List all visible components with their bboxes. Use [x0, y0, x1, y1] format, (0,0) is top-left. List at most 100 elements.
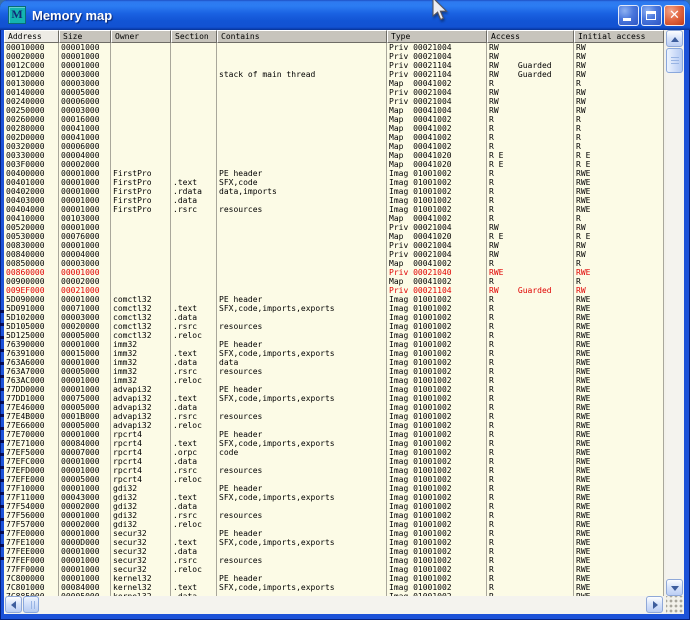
table-row[interactable]: 5D12500000005000comctl32.relocImag 01001…: [4, 331, 664, 340]
cell-initial_access: RWE: [574, 484, 664, 493]
table-row[interactable]: 5D10200000003000comctl32.dataImag 010010…: [4, 313, 664, 322]
table-row[interactable]: 5D09000000001000comctl32PE headerImag 01…: [4, 295, 664, 304]
table-row[interactable]: 0012C00000001000Priv 00021104RW GuardedR…: [4, 61, 664, 70]
table-row[interactable]: 0013000000003000Map 00041002RR: [4, 79, 664, 88]
table-row[interactable]: 5D09100000071000comctl32.textSFX,code,im…: [4, 304, 664, 313]
column-header-initial-access[interactable]: Initial access: [574, 30, 664, 43]
table-row[interactable]: 77E4600000005000advapi32.dataImag 010010…: [4, 403, 664, 412]
table-row[interactable]: 77FEF00000001000secur32.rsrcresourcesIma…: [4, 556, 664, 565]
close-button[interactable]: ✕: [664, 5, 685, 26]
table-row[interactable]: 0040100000001000FirstPro.textSFX,codeIma…: [4, 178, 664, 187]
table-row[interactable]: 0033000000004000Map 00041020R ER E: [4, 151, 664, 160]
cell-initial_access: RW: [574, 88, 664, 97]
table-row[interactable]: 77F5700000002000gdi32.relocImag 01001002…: [4, 520, 664, 529]
vertical-scroll-thumb[interactable]: [666, 48, 683, 73]
horizontal-scroll-thumb[interactable]: [23, 596, 39, 613]
table-row[interactable]: 0086000000001000Priv 00021040RWERWE: [4, 268, 664, 277]
column-header-type[interactable]: Type: [387, 30, 487, 43]
table-row[interactable]: 0002000000001000Priv 00021004RWRW: [4, 52, 664, 61]
scroll-left-button[interactable]: [5, 596, 22, 613]
cell-address: 77EFC000: [4, 457, 59, 466]
table-row[interactable]: 0083000000001000Priv 00021004RWRW: [4, 241, 664, 250]
table-row[interactable]: 763AC00000001000imm32.relocImag 01001002…: [4, 376, 664, 385]
table-row[interactable]: 763A600000001000imm32.datadataImag 01001…: [4, 358, 664, 367]
cell-owner: FirstPro: [111, 187, 171, 196]
table-row[interactable]: 77FEE00000001000secur32.dataImag 0100100…: [4, 547, 664, 556]
cell-section: .rsrc: [171, 511, 217, 520]
cell-section: .rsrc: [171, 466, 217, 475]
table-row[interactable]: 0001000000001000Priv 00021004RWRW: [4, 43, 664, 52]
table-row[interactable]: 77EF500000007000rpcrt4.orpccodeImag 0100…: [4, 448, 664, 457]
title-bar[interactable]: M Memory map ✕: [0, 0, 690, 30]
table-row[interactable]: 0026000000016000Map 00041002RR: [4, 115, 664, 124]
table-row[interactable]: 0053000000076000Map 00041020R ER E: [4, 232, 664, 241]
vertical-scrollbar[interactable]: [666, 30, 684, 596]
table-row[interactable]: 77EFD00000001000rpcrt4.rsrcresourcesImag…: [4, 466, 664, 475]
column-header-address[interactable]: Address: [4, 30, 59, 43]
cell-owner: comctl32: [111, 322, 171, 331]
table-row[interactable]: 77F5400000002000gdi32.dataImag 01001002R…: [4, 502, 664, 511]
table-row[interactable]: 7C80000000001000kernel32PE headerImag 01…: [4, 574, 664, 583]
table-row[interactable]: 0024000000006000Priv 00021004RWRW: [4, 97, 664, 106]
table-row[interactable]: 0041000000103000Map 00041002RR: [4, 214, 664, 223]
table-row[interactable]: 0085000000003000Map 00041002RR: [4, 259, 664, 268]
scroll-up-button[interactable]: [666, 30, 683, 47]
scroll-down-button[interactable]: [666, 579, 683, 596]
table-row[interactable]: 77DD000000001000advapi32PE headerImag 01…: [4, 385, 664, 394]
table-row[interactable]: 0012D00000003000stack of main threadPriv…: [4, 70, 664, 79]
table-row[interactable]: 77FE10000000D000secur32.textSFX,code,imp…: [4, 538, 664, 547]
table-row[interactable]: 77F1000000001000gdi32PE headerImag 01001…: [4, 484, 664, 493]
table-row[interactable]: 77E6600000005000advapi32.relocImag 01001…: [4, 421, 664, 430]
table-row[interactable]: 0032000000006000Map 00041002RR: [4, 142, 664, 151]
table-row[interactable]: 009EF00000021000Priv 00021104RW GuardedR…: [4, 286, 664, 295]
table-row[interactable]: 7639100000015000imm32.textSFX,code,impor…: [4, 349, 664, 358]
table-row[interactable]: 77F1100000043000gdi32.textSFX,code,impor…: [4, 493, 664, 502]
table-row[interactable]: 003F000000002000Map 00041020R ER E: [4, 160, 664, 169]
column-header-access[interactable]: Access: [487, 30, 574, 43]
table-row[interactable]: 0040200000001000FirstPro.rdatadata,impor…: [4, 187, 664, 196]
cell-section: .data: [171, 547, 217, 556]
resize-grip[interactable]: [666, 596, 684, 614]
cell-address: 00010000: [4, 43, 59, 52]
column-header-contains[interactable]: Contains: [217, 30, 387, 43]
minimize-button[interactable]: [618, 5, 639, 26]
cell-contains: [217, 520, 387, 529]
cell-section: [171, 529, 217, 538]
table-row[interactable]: 0084000000004000Priv 00021004RWRW: [4, 250, 664, 259]
maximize-button[interactable]: [641, 5, 662, 26]
cell-contains: resources: [217, 367, 387, 376]
table-row[interactable]: 77DD100000075000advapi32.textSFX,code,im…: [4, 394, 664, 403]
column-header-owner[interactable]: Owner: [111, 30, 171, 43]
table-row[interactable]: 0040000000001000FirstProPE headerImag 01…: [4, 169, 664, 178]
table-row[interactable]: 77E7000000001000rpcrt4PE headerImag 0100…: [4, 430, 664, 439]
table-row[interactable]: 0090000000002000Map 00041002RR: [4, 277, 664, 286]
table-row[interactable]: 7C80100000084000kernel32.textSFX,code,im…: [4, 583, 664, 592]
table-row[interactable]: 0014000000005000Priv 00021004RWRW: [4, 88, 664, 97]
table-row[interactable]: 77FF000000001000secur32.relocImag 010010…: [4, 565, 664, 574]
table-row[interactable]: 0040300000001000FirstPro.dataImag 010010…: [4, 196, 664, 205]
table-row[interactable]: 77FE000000001000secur32PE headerImag 010…: [4, 529, 664, 538]
table-row[interactable]: 0025000000003000Map 00041004RWRW: [4, 106, 664, 115]
table-row[interactable]: 763A700000005000imm32.rsrcresourcesImag …: [4, 367, 664, 376]
table-row[interactable]: 5D10500000020000comctl32.rsrcresourcesIm…: [4, 322, 664, 331]
cell-access: R: [487, 340, 574, 349]
cell-type: Imag 01001002: [387, 322, 487, 331]
cell-section: [171, 340, 217, 349]
table-row[interactable]: 0052000000001000Priv 00021004RWRW: [4, 223, 664, 232]
table-row[interactable]: 0028000000041000Map 00041002RR: [4, 124, 664, 133]
table-row[interactable]: 002D000000041000Map 00041002RR: [4, 133, 664, 142]
table-row[interactable]: 77EFE00000005000rpcrt4.relocImag 0100100…: [4, 475, 664, 484]
table-row[interactable]: 77E4B0000001B000advapi32.rsrcresourcesIm…: [4, 412, 664, 421]
scroll-right-button[interactable]: [646, 596, 663, 613]
table-row[interactable]: 77F5600000001000gdi32.rsrcresourcesImag …: [4, 511, 664, 520]
horizontal-scrollbar[interactable]: [4, 596, 684, 614]
table-row[interactable]: 0040400000001000FirstPro.rsrcresourcesIm…: [4, 205, 664, 214]
column-header-size[interactable]: Size: [59, 30, 111, 43]
table-row[interactable]: 77E7100000084000rpcrt4.textSFX,code,impo…: [4, 439, 664, 448]
table-row[interactable]: 7639000000001000imm32PE headerImag 01001…: [4, 340, 664, 349]
cell-type: Priv 00021104: [387, 61, 487, 70]
cell-access: R: [487, 187, 574, 196]
column-header-section[interactable]: Section: [171, 30, 217, 43]
cell-address: 77E46000: [4, 403, 59, 412]
table-row[interactable]: 77EFC00000001000rpcrt4.dataImag 01001002…: [4, 457, 664, 466]
